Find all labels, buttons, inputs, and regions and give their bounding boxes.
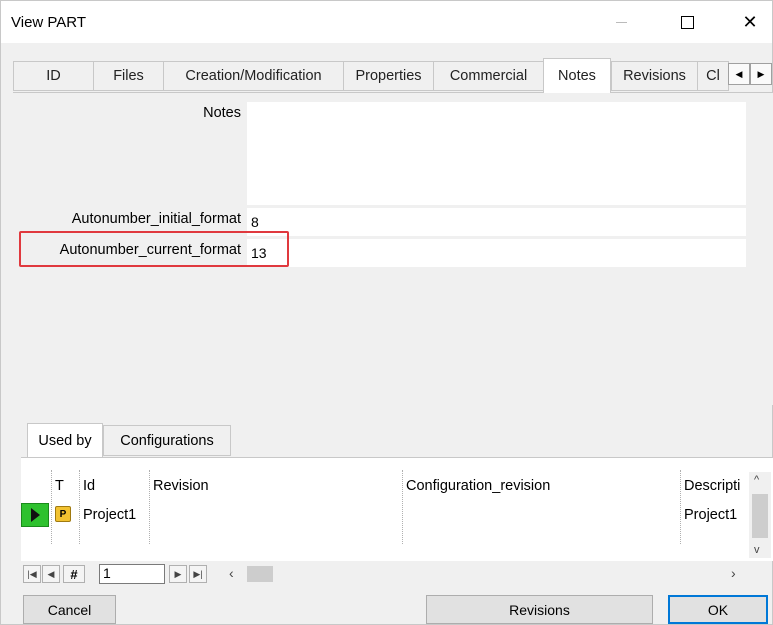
autonumber-current-format-field[interactable]: 13 (247, 239, 746, 267)
grid-header: T Id Revision Configuration_revision Des… (21, 472, 749, 500)
column-header-configuration-revision[interactable]: Configuration_revision (402, 472, 550, 500)
notes-field[interactable] (247, 102, 746, 205)
highlight-box (19, 231, 289, 267)
tab-scroll-left-icon[interactable]: ◀ (728, 63, 750, 85)
minimize-icon (615, 21, 627, 23)
scroll-left-icon[interactable]: ‹ (229, 565, 234, 581)
autonumber-initial-format-label: Autonumber_initial_format (71, 211, 241, 227)
row-indicator[interactable] (21, 503, 49, 527)
tab-properties[interactable]: Properties (343, 61, 433, 91)
grid-vertical-scrollbar[interactable]: ^ v (749, 472, 771, 558)
last-record-icon[interactable]: ▶| (189, 565, 207, 583)
record-number-label: # (63, 565, 85, 583)
tab-notes[interactable]: Notes (543, 58, 611, 93)
record-navigator: |◀ ◀ # 1 ▶ ▶| ‹ › (21, 563, 773, 585)
record-number-input[interactable]: 1 (99, 564, 165, 584)
tab-scroll-buttons: ◀ ▶ (728, 63, 773, 85)
tab-revisions[interactable]: Revisions (611, 61, 697, 91)
tab-creation-modification[interactable]: Creation/Modification (163, 61, 343, 91)
cell-id[interactable]: Project1 (79, 502, 136, 528)
cell-revision[interactable] (149, 502, 153, 528)
cell-configuration-revision[interactable] (402, 502, 406, 528)
minimize-button[interactable] (598, 1, 644, 43)
scroll-down-icon[interactable]: v (754, 544, 760, 556)
previous-record-icon[interactable]: ◀ (42, 565, 60, 583)
title-bar: View PART ✕ (1, 1, 772, 43)
next-record-icon[interactable]: ▶ (169, 565, 187, 583)
window-title: View PART (11, 14, 87, 31)
view-part-window: View PART ✕ ID Files Creation/Modificati… (0, 0, 773, 625)
scroll-right-icon[interactable]: › (731, 565, 736, 581)
autonumber-initial-format-field[interactable]: 8 (247, 208, 746, 236)
tab-cl[interactable]: Cl (697, 61, 729, 91)
ok-button[interactable]: OK (668, 595, 768, 624)
column-header-description[interactable]: Descripti (680, 472, 740, 500)
scroll-up-icon[interactable]: ^ (754, 474, 759, 486)
column-header-id[interactable]: Id (79, 472, 95, 500)
used-by-grid: T Id Revision Configuration_revision Des… (21, 457, 773, 561)
tab-files[interactable]: Files (93, 61, 163, 91)
horizontal-scrollbar-thumb[interactable] (247, 566, 273, 582)
tab-used-by[interactable]: Used by (27, 423, 103, 457)
column-header-type[interactable]: T (51, 472, 64, 500)
main-tab-strip: ID Files Creation/Modification Propertie… (13, 58, 773, 93)
tab-commercial[interactable]: Commercial (433, 61, 543, 91)
cancel-button[interactable]: Cancel (23, 595, 116, 624)
first-record-icon[interactable]: |◀ (23, 565, 41, 583)
table-row[interactable]: P Project1 Project1 (21, 502, 749, 528)
maximize-button[interactable] (664, 1, 710, 43)
close-button[interactable]: ✕ (727, 1, 773, 43)
maximize-icon (680, 15, 694, 29)
scrollbar-thumb[interactable] (752, 494, 768, 538)
revisions-button[interactable]: Revisions (426, 595, 653, 624)
tab-configurations[interactable]: Configurations (103, 425, 231, 456)
project-type-icon: P (55, 506, 71, 522)
close-icon: ✕ (742, 11, 758, 32)
notes-label: Notes (203, 105, 241, 121)
tab-id[interactable]: ID (13, 61, 93, 91)
column-header-revision[interactable]: Revision (149, 472, 209, 500)
tab-scroll-right-icon[interactable]: ▶ (750, 63, 772, 85)
play-icon (30, 508, 40, 522)
cell-description[interactable]: Project1 (680, 502, 737, 528)
